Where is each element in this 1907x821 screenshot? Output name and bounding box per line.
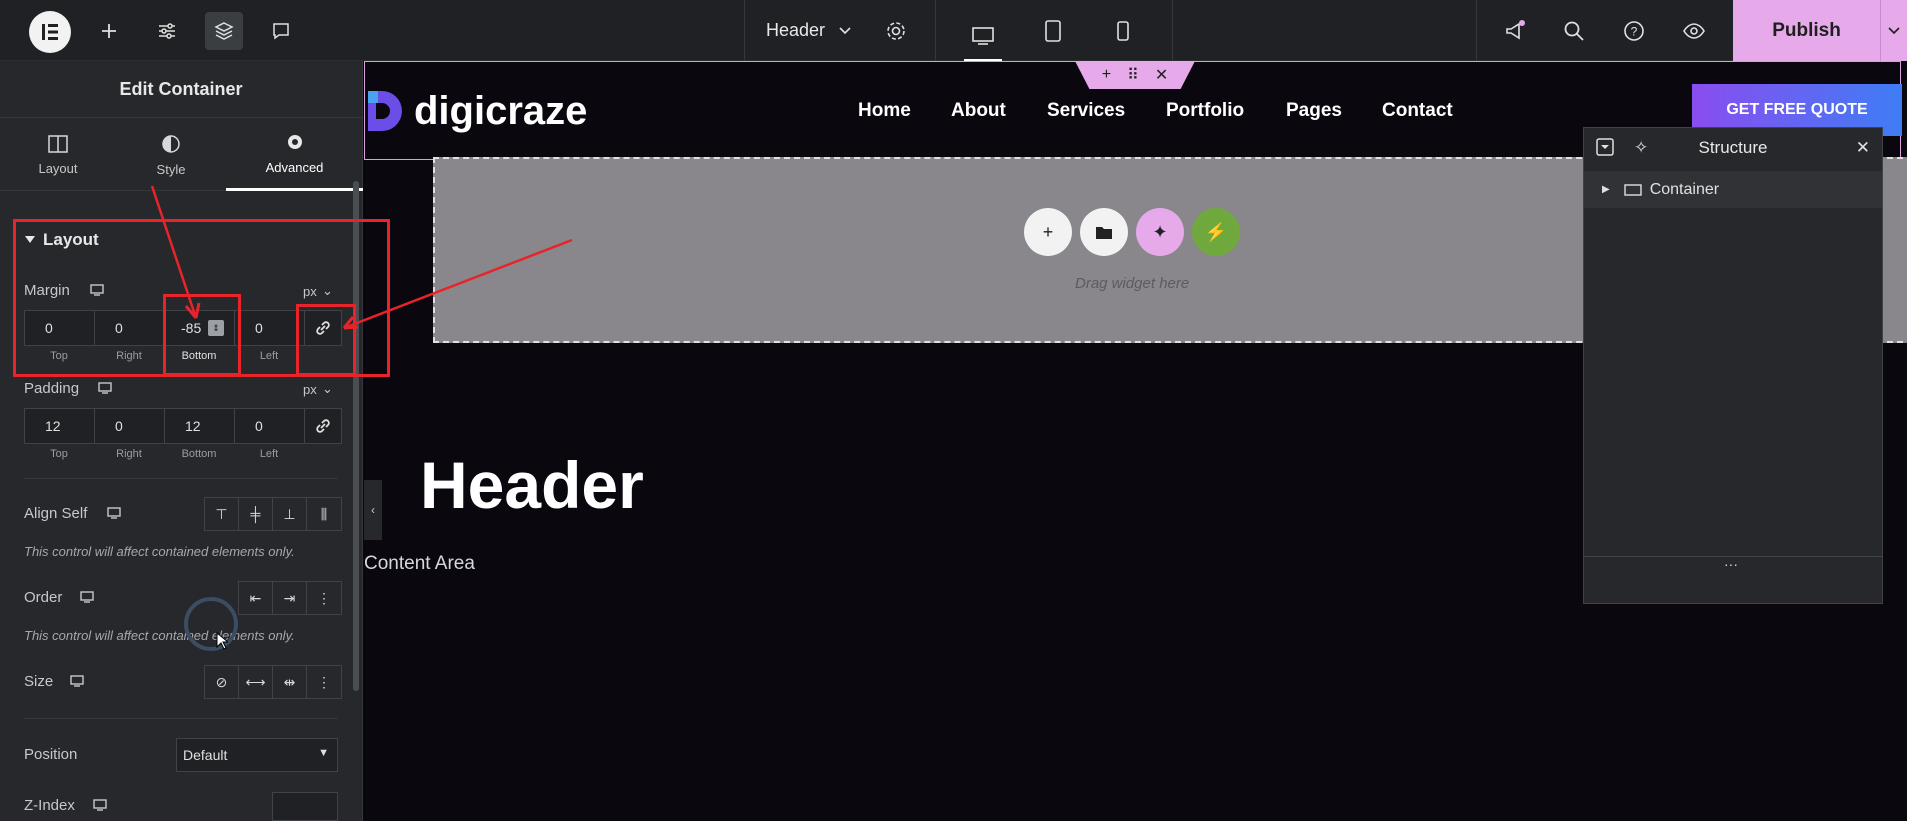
annotation-arrows bbox=[150, 185, 573, 330]
